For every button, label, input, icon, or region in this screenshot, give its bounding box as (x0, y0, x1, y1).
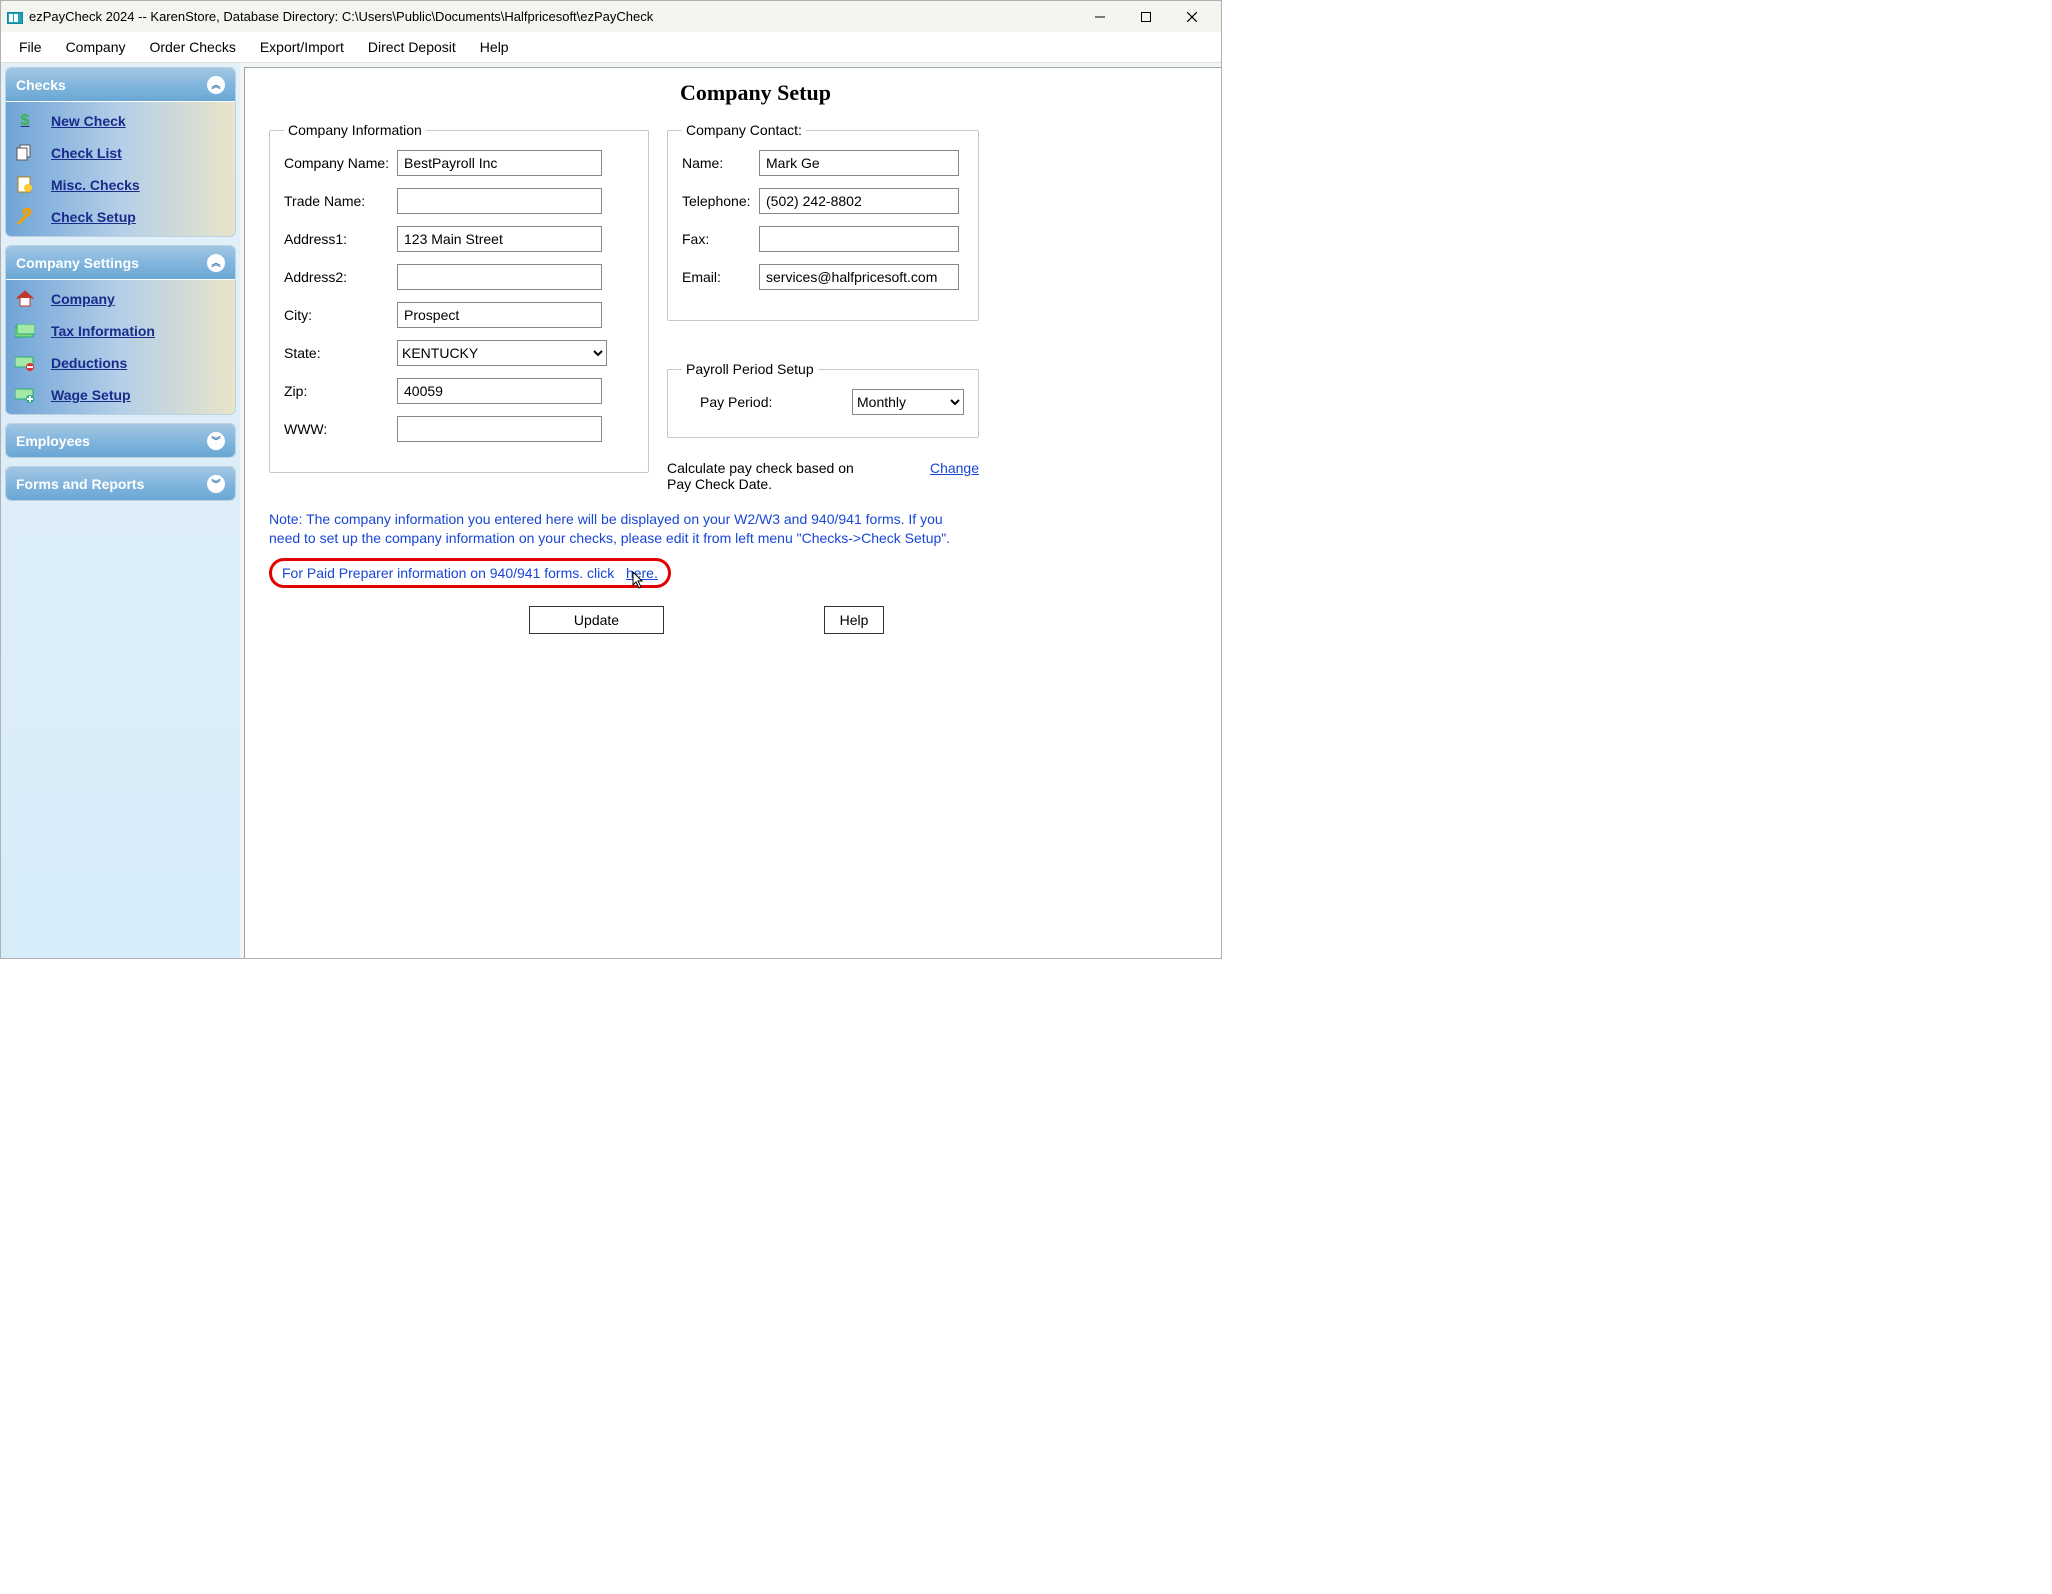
sidebar-item-label: Tax Information (51, 323, 155, 339)
input-company-name[interactable] (397, 150, 602, 176)
sidebar-item-label: Misc. Checks (51, 177, 140, 193)
app-icon (7, 11, 23, 23)
dollar-icon: $ (15, 111, 35, 131)
panel-header-checks[interactable]: Checks ︽ (6, 68, 235, 101)
panel-title: Checks (16, 77, 66, 93)
sidebar-item-label: Check List (51, 145, 122, 161)
sidebar-item-misc-checks[interactable]: Misc. Checks (9, 169, 232, 201)
panel-title: Employees (16, 433, 90, 449)
panel-header-company-settings[interactable]: Company Settings ︽ (6, 246, 235, 279)
panel-header-employees[interactable]: Employees ︾ (6, 424, 235, 457)
sidebar-item-label: Wage Setup (51, 387, 131, 403)
legend-company-contact: Company Contact: (682, 122, 806, 138)
panel-title: Forms and Reports (16, 476, 144, 492)
change-link[interactable]: Change (930, 460, 979, 476)
legend-company-info: Company Information (284, 122, 426, 138)
input-trade-name[interactable] (397, 188, 602, 214)
label-email: Email: (682, 269, 759, 285)
minimize-button[interactable] (1077, 1, 1123, 32)
fieldset-company-contact: Company Contact: Name: Telephone: Fax: E… (667, 122, 979, 321)
update-button[interactable]: Update (529, 606, 664, 634)
collapse-icon: ︽ (207, 254, 225, 272)
cash-minus-icon (15, 353, 35, 373)
titlebar: ezPayCheck 2024 -- KarenStore, Database … (1, 1, 1221, 32)
input-zip[interactable] (397, 378, 602, 404)
sidebar-item-wage-setup[interactable]: Wage Setup (9, 379, 232, 411)
input-address2[interactable] (397, 264, 602, 290)
close-button[interactable] (1169, 1, 1215, 32)
expand-icon: ︾ (207, 475, 225, 493)
panel-title: Company Settings (16, 255, 139, 271)
select-pay-period[interactable]: Monthly (852, 389, 964, 415)
input-fax[interactable] (759, 226, 959, 252)
label-trade-name: Trade Name: (284, 193, 397, 209)
sidebar-item-check-setup[interactable]: Check Setup (9, 201, 232, 233)
cash-plus-icon (15, 385, 35, 405)
label-city: City: (284, 307, 397, 323)
menu-company[interactable]: Company (54, 35, 138, 59)
menu-file[interactable]: File (7, 35, 54, 59)
sidebar: Checks ︽ $ New Check Check List (1, 63, 240, 958)
sidebar-item-label: Check Setup (51, 209, 136, 225)
sidebar-item-new-check[interactable]: $ New Check (9, 105, 232, 137)
fieldset-company-info: Company Information Company Name: Trade … (269, 122, 649, 473)
cursor-icon (628, 571, 646, 593)
panel-checks: Checks ︽ $ New Check Check List (5, 67, 236, 237)
sidebar-item-deductions[interactable]: Deductions (9, 347, 232, 379)
window-title: ezPayCheck 2024 -- KarenStore, Database … (29, 9, 1077, 24)
sidebar-item-label: New Check (51, 113, 126, 129)
cash-icon (15, 321, 35, 341)
copy-icon (15, 143, 35, 163)
label-contact-name: Name: (682, 155, 759, 171)
legend-payroll-period: Payroll Period Setup (682, 361, 818, 377)
page-title: Company Setup (269, 80, 1221, 106)
window-buttons (1077, 1, 1215, 32)
content-wrap: Company Setup Company Information Compan… (240, 63, 1221, 958)
wrench-icon (15, 207, 35, 227)
input-email[interactable] (759, 264, 959, 290)
panel-forms-reports: Forms and Reports ︾ (5, 466, 236, 501)
preparer-text: For Paid Preparer information on 940/941… (282, 565, 614, 581)
menubar: File Company Order Checks Export/Import … (1, 32, 1221, 63)
maximize-button[interactable] (1123, 1, 1169, 32)
help-button[interactable]: Help (824, 606, 884, 634)
input-contact-name[interactable] (759, 150, 959, 176)
label-pay-period: Pay Period: (700, 394, 772, 410)
menu-help[interactable]: Help (468, 35, 521, 59)
home-icon (15, 289, 35, 309)
input-www[interactable] (397, 416, 602, 442)
content: Company Setup Company Information Compan… (244, 67, 1221, 958)
input-address1[interactable] (397, 226, 602, 252)
select-state[interactable]: KENTUCKY (397, 340, 607, 366)
menu-order-checks[interactable]: Order Checks (137, 35, 247, 59)
calc-text: Calculate pay check based on Pay Check D… (667, 460, 877, 492)
fieldset-payroll-period: Payroll Period Setup Pay Period: Monthly (667, 361, 979, 438)
panel-company-settings: Company Settings ︽ Company Tax In (5, 245, 236, 415)
label-fax: Fax: (682, 231, 759, 247)
note-text: Note: The company information you entere… (269, 510, 969, 548)
label-www: WWW: (284, 421, 397, 437)
label-company-name: Company Name: (284, 155, 397, 171)
label-telephone: Telephone: (682, 193, 759, 209)
panel-employees: Employees ︾ (5, 423, 236, 458)
app-window: ezPayCheck 2024 -- KarenStore, Database … (0, 0, 1222, 959)
input-telephone[interactable] (759, 188, 959, 214)
preparer-highlight: For Paid Preparer information on 940/941… (269, 558, 671, 588)
collapse-icon: ︽ (207, 76, 225, 94)
label-state: State: (284, 345, 397, 361)
sidebar-item-company[interactable]: Company (9, 283, 232, 315)
page-icon (15, 175, 35, 195)
label-zip: Zip: (284, 383, 397, 399)
sidebar-item-label: Deductions (51, 355, 127, 371)
menu-direct-deposit[interactable]: Direct Deposit (356, 35, 468, 59)
label-address2: Address2: (284, 269, 397, 285)
label-address1: Address1: (284, 231, 397, 247)
menu-export-import[interactable]: Export/Import (248, 35, 356, 59)
sidebar-item-tax-information[interactable]: Tax Information (9, 315, 232, 347)
input-city[interactable] (397, 302, 602, 328)
expand-icon: ︾ (207, 432, 225, 450)
panel-header-forms-reports[interactable]: Forms and Reports ︾ (6, 467, 235, 500)
sidebar-item-label: Company (51, 291, 115, 307)
sidebar-item-check-list[interactable]: Check List (9, 137, 232, 169)
